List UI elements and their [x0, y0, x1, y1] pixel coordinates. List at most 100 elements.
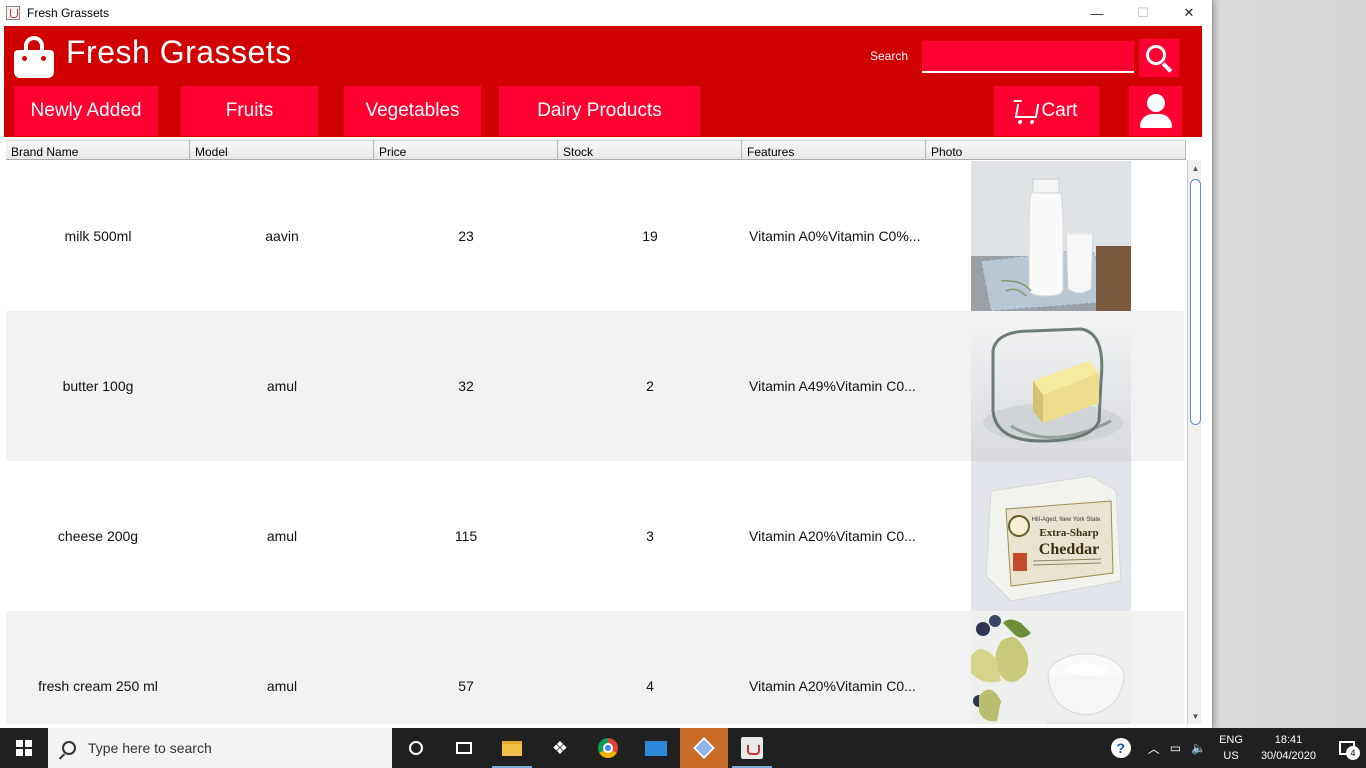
- cell-brand: cheese 200g: [57, 528, 139, 544]
- cell-price: 115: [454, 528, 478, 544]
- scroll-down-icon[interactable]: ▼: [1188, 708, 1201, 724]
- search-input[interactable]: [922, 41, 1134, 73]
- minimize-button[interactable]: —: [1074, 0, 1120, 26]
- shopping-bag-icon: [14, 36, 54, 78]
- cheese-label-top: Hill-Aged, New York State: [1032, 517, 1101, 523]
- cart-icon: [1014, 104, 1039, 118]
- cell-price: 32: [458, 378, 474, 394]
- dropbox-button[interactable]: ❖: [536, 728, 584, 768]
- cell-features: Vitamin A0%Vitamin C0%...: [749, 228, 921, 244]
- table-row[interactable]: butter 100g amul 32 2 Vitamin A49%Vitami…: [6, 311, 1184, 461]
- cell-model: amul: [266, 528, 298, 544]
- cell-photo: [926, 611, 1184, 724]
- start-button[interactable]: [0, 728, 48, 768]
- table-row[interactable]: cheese 200g amul 115 3 Vitamin A20%Vitam…: [6, 461, 1184, 611]
- cube-icon: [693, 737, 715, 759]
- battery-icon[interactable]: ▭: [1170, 741, 1181, 755]
- cart-button[interactable]: Cart: [994, 86, 1099, 136]
- vertical-scrollbar[interactable]: ▲ ▼: [1187, 160, 1201, 724]
- clock-date: 30/04/2020: [1260, 750, 1316, 762]
- cream-photo: [971, 611, 1131, 724]
- cell-photo: [926, 311, 1184, 461]
- column-header-price[interactable]: Price: [374, 140, 558, 160]
- cell-price: 23: [458, 228, 474, 244]
- table-row[interactable]: fresh cream 250 ml amul 57 4 Vitamin A20…: [6, 611, 1184, 724]
- windows-logo-icon: [16, 740, 32, 756]
- cell-photo: [926, 161, 1184, 311]
- dropbox-icon: ❖: [551, 737, 569, 758]
- profile-button[interactable]: [1129, 86, 1182, 136]
- column-header-features[interactable]: Features: [742, 140, 926, 160]
- virtualbox-button[interactable]: [680, 728, 728, 768]
- clock-time: 18:41: [1274, 734, 1303, 746]
- table-body: milk 500ml aavin 23 19 Vitamin A0%Vitami…: [6, 161, 1184, 724]
- cell-features: Vitamin A49%Vitamin C0...: [749, 378, 916, 394]
- cell-brand: milk 500ml: [64, 228, 132, 244]
- product-table: Brand Name Model Price Stock Features Ph…: [6, 140, 1201, 724]
- cart-label: Cart: [1041, 100, 1078, 121]
- scroll-up-icon[interactable]: ▲: [1188, 160, 1201, 176]
- notification-center-button[interactable]: 4: [1328, 728, 1366, 768]
- butter-photo: [971, 311, 1131, 461]
- mail-icon: [645, 740, 667, 756]
- mail-button[interactable]: [632, 728, 680, 768]
- help-icon[interactable]: ?: [1110, 738, 1131, 758]
- cheese-label-main1: Extra-Sharp: [1039, 527, 1098, 539]
- window-title: Fresh Grassets: [27, 6, 110, 20]
- clock[interactable]: 18:41 30/04/2020: [1261, 732, 1316, 764]
- chevron-up-icon[interactable]: ︿: [1148, 740, 1160, 757]
- cortana-button[interactable]: [392, 728, 440, 768]
- taskbar-search-box[interactable]: Type here to search: [48, 728, 392, 768]
- taskbar: Type here to search ❖ ? ︿ ▭ 🔈 ENG US 18:…: [0, 728, 1366, 768]
- cell-stock: 19: [642, 228, 658, 244]
- cell-stock: 4: [646, 678, 654, 694]
- java-app-taskbar-button[interactable]: [728, 728, 776, 768]
- cell-features: Vitamin A20%Vitamin C0...: [749, 678, 916, 694]
- column-header-brand[interactable]: Brand Name: [6, 140, 190, 160]
- column-header-model[interactable]: Model: [190, 140, 374, 160]
- task-view-button[interactable]: [440, 728, 488, 768]
- search-icon: [62, 741, 76, 755]
- scrollbar-thumb[interactable]: [1190, 179, 1201, 425]
- column-header-photo[interactable]: Photo: [926, 140, 1186, 160]
- chrome-button[interactable]: [584, 728, 632, 768]
- brand-title: Fresh Grassets: [66, 34, 292, 70]
- column-header-stock[interactable]: Stock: [558, 140, 742, 160]
- table-header: Brand Name Model Price Stock Features Ph…: [6, 140, 1186, 160]
- table-row[interactable]: milk 500ml aavin 23 19 Vitamin A0%Vitami…: [6, 161, 1184, 311]
- task-view-icon: [456, 742, 472, 754]
- search-icon: [1146, 45, 1166, 65]
- nav-vegetables-button[interactable]: Vegetables: [344, 86, 481, 136]
- folder-icon: [502, 740, 522, 756]
- cell-photo: Hill-Aged, New York State Extra-Sharp Ch…: [926, 461, 1184, 611]
- cortana-icon: [409, 741, 423, 755]
- java-icon: [741, 737, 763, 759]
- nav-newly-added-button[interactable]: Newly Added: [14, 86, 158, 136]
- cell-model: amul: [266, 378, 298, 394]
- volume-icon[interactable]: 🔈: [1191, 741, 1206, 755]
- close-button[interactable]: ✕: [1166, 0, 1212, 26]
- cell-stock: 2: [646, 378, 654, 394]
- cell-model: aavin: [265, 228, 299, 244]
- title-bar: Fresh Grassets — ☐ ✕: [0, 0, 1212, 26]
- search-button[interactable]: [1139, 39, 1179, 77]
- app-window: Fresh Grassets — ☐ ✕ Fresh Grassets Sear…: [0, 0, 1213, 728]
- cell-model: amul: [266, 678, 298, 694]
- maximize-button[interactable]: ☐: [1120, 0, 1166, 26]
- language-indicator[interactable]: ENG US: [1219, 732, 1243, 764]
- java-app-icon: [6, 6, 20, 20]
- chrome-icon: [598, 738, 618, 758]
- cheese-photo: Hill-Aged, New York State Extra-Sharp Ch…: [971, 461, 1131, 611]
- cell-brand: fresh cream 250 ml: [38, 678, 158, 694]
- system-tray: ? ︿ ▭ 🔈 ENG US 18:41 30/04/2020 4: [1110, 728, 1366, 768]
- cell-stock: 3: [646, 528, 654, 544]
- nav-dairy-products-button[interactable]: Dairy Products: [499, 86, 700, 136]
- cheese-label-main2: Cheddar: [1039, 541, 1099, 558]
- keyboard-layout: US: [1223, 750, 1239, 762]
- cell-price: 57: [458, 678, 474, 694]
- milk-photo: [971, 161, 1131, 311]
- cell-features: Vitamin A20%Vitamin C0...: [749, 528, 916, 544]
- file-explorer-button[interactable]: [488, 728, 536, 768]
- nav-fruits-button[interactable]: Fruits: [181, 86, 318, 136]
- user-icon: [1139, 94, 1172, 128]
